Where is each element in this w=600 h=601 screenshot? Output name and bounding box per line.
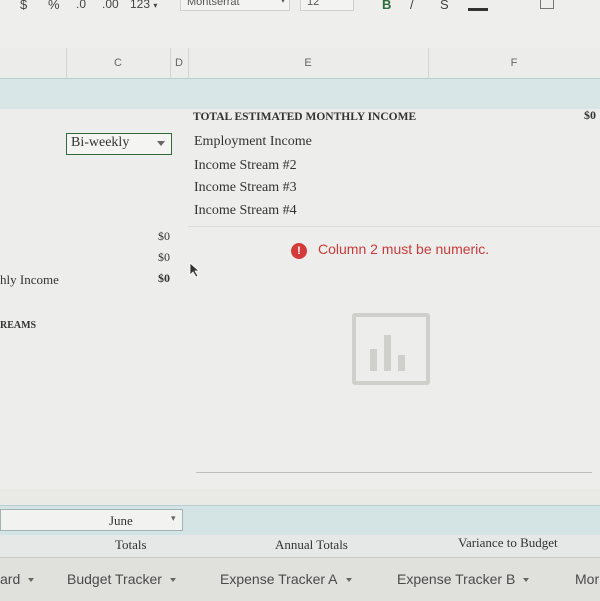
tab-label: Expense Tracker A — [220, 571, 338, 587]
monthly-income-label: hly Income — [0, 272, 59, 287]
income-stream-2[interactable]: Income Stream #2 — [194, 158, 297, 174]
font-size-value: 12 — [307, 0, 320, 8]
month-select-value: June — [109, 513, 133, 528]
number-format-dropdown[interactable]: 123 ▾ — [130, 0, 157, 11]
font-family-value: Montserrat — [187, 0, 240, 8]
chart-placeholder-icon[interactable] — [352, 313, 430, 385]
currency-format-button[interactable]: $ — [20, 0, 27, 12]
chart-error-message: Column 2 must be numeric. — [318, 241, 490, 257]
placeholder-bar — [398, 355, 405, 371]
tab-dashboard[interactable]: ard — [0, 558, 35, 601]
column-header-c[interactable]: C — [66, 48, 171, 78]
font-size-select[interactable]: 12 — [300, 0, 354, 11]
chevron-down-icon — [345, 578, 352, 583]
cursor-icon — [189, 262, 201, 278]
annual-totals-header: Annual Totals — [275, 537, 348, 552]
bold-button[interactable]: B — [382, 0, 391, 12]
placeholder-bar — [384, 335, 391, 371]
number-format-label: 123 — [130, 0, 151, 11]
income-stream-1[interactable]: Employment Income — [194, 134, 312, 150]
pay-frequency-dropdown[interactable]: Bi-weekly — [66, 133, 172, 155]
chart-baseline — [196, 472, 592, 473]
tab-label: Budget Tracker — [67, 571, 162, 587]
column-header-blank[interactable] — [0, 48, 67, 78]
chevron-down-icon — [28, 578, 35, 583]
tab-budget-tracker[interactable]: Budget Tracker — [67, 558, 176, 601]
tab-label: Mor — [575, 571, 600, 587]
column-header-e[interactable]: E — [188, 48, 429, 78]
total-income-header: TOTAL ESTIMATED MONTHLY INCOME — [193, 111, 417, 123]
row-divider — [188, 226, 600, 227]
tab-expense-tracker-b[interactable]: Expense Tracker B — [397, 558, 530, 601]
column-header-f[interactable]: F — [428, 48, 600, 78]
monthly-income-value[interactable]: $0 — [158, 271, 170, 286]
sheet-grid[interactable] — [0, 109, 600, 489]
percent-format-button[interactable]: % — [48, 0, 60, 12]
formatting-toolbar: $ % .0 .00 123 ▾ Montserrat ▾ 12 B / S — [0, 0, 600, 23]
tab-expense-tracker-a[interactable]: Expense Tracker A — [220, 558, 352, 601]
formula-bar[interactable] — [0, 22, 600, 49]
income-streams-section-label: REAMS — [0, 320, 37, 331]
decrease-decimals-button[interactable]: .0 — [76, 0, 86, 11]
placeholder-bar — [370, 349, 377, 371]
section-header-bar — [0, 78, 600, 110]
strikethrough-icon[interactable]: S — [440, 0, 449, 12]
chevron-down-icon — [169, 578, 176, 583]
fill-color-icon[interactable] — [540, 0, 554, 9]
totals-header: Totals — [115, 537, 147, 552]
income-stream-4[interactable]: Income Stream #4 — [194, 203, 297, 219]
income-value-cell[interactable]: $0 — [158, 229, 170, 244]
text-color-icon[interactable] — [468, 8, 488, 11]
income-value-cell[interactable]: $0 — [158, 250, 170, 265]
chevron-down-icon: ▾ — [171, 513, 176, 523]
income-stream-3[interactable]: Income Stream #3 — [194, 180, 297, 196]
chevron-down-icon: ▾ — [280, 0, 285, 5]
error-icon: ! — [291, 243, 307, 259]
increase-decimals-button[interactable]: .00 — [102, 0, 119, 11]
chevron-down-icon — [157, 141, 165, 146]
font-family-select[interactable]: Montserrat ▾ — [180, 0, 290, 11]
tab-label: Expense Tracker B — [397, 571, 516, 587]
total-income-header-value: $0 — [584, 108, 596, 122]
column-header-d[interactable]: D — [170, 48, 189, 78]
tab-more[interactable]: Mor — [575, 558, 599, 601]
totals-header-row: Totals Annual Totals Variance to Budget — [0, 535, 600, 557]
tab-label: ard — [0, 571, 21, 587]
month-select[interactable]: June ▾ — [0, 509, 183, 531]
chevron-down-icon: ▾ — [153, 1, 158, 10]
italic-icon[interactable]: / — [410, 0, 414, 12]
chevron-down-icon — [523, 578, 530, 583]
sheet-tabs: ard Budget Tracker Expense Tracker A Exp… — [0, 557, 600, 601]
variance-header: Variance to Budget — [458, 535, 558, 550]
column-headers: C D E F — [0, 48, 600, 79]
pay-frequency-value: Bi-weekly — [71, 135, 130, 150]
